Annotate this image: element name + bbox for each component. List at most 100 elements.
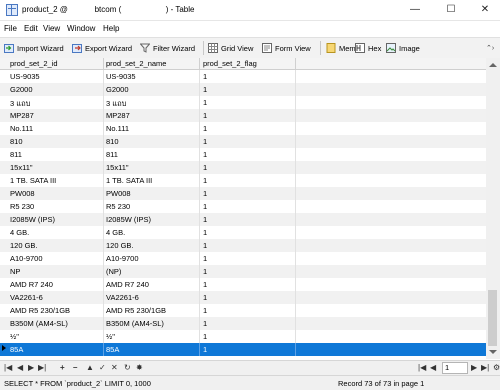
cell-prod-set-2-flag[interactable]: 1 bbox=[203, 228, 207, 237]
cell-prod-set-2-name[interactable]: 811 bbox=[106, 150, 118, 159]
table-row[interactable]: VA2261-6 VA2261-6 1 bbox=[0, 291, 486, 304]
cell-prod-set-2-flag[interactable]: 1 bbox=[203, 241, 207, 250]
menu-help[interactable]: Help bbox=[103, 24, 119, 33]
refresh-icon[interactable]: ↻ bbox=[124, 363, 131, 372]
cell-prod-set-2-flag[interactable]: 1 bbox=[203, 306, 207, 315]
cell-prod-set-2-flag[interactable]: 1 bbox=[203, 202, 207, 211]
table-row[interactable]: 120 GB. 120 GB. 1 bbox=[0, 239, 486, 252]
table-row[interactable]: AMD R7 240 AMD R7 240 1 bbox=[0, 278, 486, 291]
column-header-prod-set-2-flag[interactable]: prod_set_2_flag bbox=[203, 59, 257, 68]
first-page-icon[interactable]: |◀ bbox=[418, 363, 426, 372]
cell-prod-set-2-name[interactable]: A10-9700 bbox=[106, 254, 139, 263]
scroll-up-icon[interactable] bbox=[489, 63, 497, 67]
cell-prod-set-2-id[interactable]: AMD R5 230/1GB bbox=[10, 306, 70, 315]
cell-prod-set-2-name[interactable]: 810 bbox=[106, 137, 119, 146]
cell-prod-set-2-flag[interactable]: 1 bbox=[203, 72, 207, 81]
vertical-scrollbar[interactable] bbox=[486, 58, 500, 359]
table-row[interactable]: 1 TB. SATA III 1 TB. SATA III 1 bbox=[0, 174, 486, 187]
cell-prod-set-2-name[interactable]: 15x11" bbox=[106, 163, 129, 172]
table-row[interactable]: A10-9700 A10-9700 1 bbox=[0, 252, 486, 265]
cell-prod-set-2-id[interactable]: 15x11" bbox=[10, 163, 33, 172]
toolbar-overflow-icon[interactable]: ⌃› bbox=[486, 41, 494, 55]
table-row[interactable]: R5 230 R5 230 1 bbox=[0, 200, 486, 213]
cell-prod-set-2-id[interactable]: 811 bbox=[10, 150, 22, 159]
cell-prod-set-2-flag[interactable]: 1 bbox=[203, 293, 207, 302]
previous-page-icon[interactable]: ◀ bbox=[430, 363, 436, 372]
cell-prod-set-2-id[interactable]: R5 230 bbox=[10, 202, 34, 211]
menu-edit[interactable]: Edit bbox=[24, 24, 38, 33]
cell-prod-set-2-flag[interactable]: 1 bbox=[203, 215, 207, 224]
cell-prod-set-2-name[interactable]: G2000 bbox=[106, 85, 129, 94]
cell-prod-set-2-id[interactable]: No.111 bbox=[10, 124, 33, 133]
cell-prod-set-2-id[interactable]: MP287 bbox=[10, 111, 34, 120]
last-page-icon[interactable]: ▶| bbox=[481, 363, 489, 372]
table-row[interactable]: MP287 MP287 1 bbox=[0, 109, 486, 122]
table-row[interactable]: 810 810 1 bbox=[0, 135, 486, 148]
maximize-button[interactable]: ☐ bbox=[434, 0, 468, 20]
cell-prod-set-2-name[interactable]: US-9035 bbox=[106, 72, 136, 81]
cell-prod-set-2-name[interactable]: AMD R5 230/1GB bbox=[106, 306, 166, 315]
cell-prod-set-2-name[interactable]: (NP) bbox=[106, 267, 121, 276]
cell-prod-set-2-id[interactable]: 4 GB. bbox=[10, 228, 29, 237]
cell-prod-set-2-name[interactable]: No.111 bbox=[106, 124, 129, 133]
import-wizard-button[interactable]: Import Wizard bbox=[4, 41, 64, 55]
stop-icon[interactable]: ✸ bbox=[136, 363, 143, 372]
menu-window[interactable]: Window bbox=[67, 24, 95, 33]
hex-button[interactable]: Hex bbox=[355, 41, 381, 55]
cell-prod-set-2-id[interactable]: US-9035 bbox=[10, 72, 40, 81]
table-row[interactable]: G2000 G2000 1 bbox=[0, 83, 486, 96]
grid-view-button[interactable]: Grid View bbox=[208, 41, 253, 55]
next-record-icon[interactable]: ▶ bbox=[28, 363, 34, 372]
cell-prod-set-2-id[interactable]: I2085W (IPS) bbox=[10, 215, 55, 224]
cell-prod-set-2-id[interactable]: 810 bbox=[10, 137, 23, 146]
column-divider[interactable] bbox=[199, 58, 200, 69]
form-view-button[interactable]: Form View bbox=[262, 41, 311, 55]
menu-file[interactable]: File bbox=[4, 24, 17, 33]
cell-prod-set-2-flag[interactable]: 1 bbox=[203, 111, 207, 120]
cell-prod-set-2-name[interactable]: AMD R7 240 bbox=[106, 280, 149, 289]
column-divider[interactable] bbox=[295, 58, 296, 69]
delete-record-icon[interactable]: – bbox=[73, 363, 77, 372]
previous-record-icon[interactable]: ◀ bbox=[17, 363, 23, 372]
cell-prod-set-2-flag[interactable]: 1 bbox=[203, 267, 207, 276]
cell-prod-set-2-id[interactable]: AMD R7 240 bbox=[10, 280, 53, 289]
cell-prod-set-2-id[interactable]: 1 TB. SATA III bbox=[10, 176, 56, 185]
menu-view[interactable]: View bbox=[43, 24, 60, 33]
table-row[interactable]: US-9035 US-9035 1 bbox=[0, 70, 486, 83]
cell-prod-set-2-flag[interactable]: 1 bbox=[203, 280, 207, 289]
cell-prod-set-2-flag[interactable]: 1 bbox=[203, 254, 207, 263]
scroll-down-icon[interactable] bbox=[489, 350, 497, 354]
cell-prod-set-2-flag[interactable]: 1 bbox=[203, 319, 207, 328]
cell-prod-set-2-name[interactable]: I2085W (IPS) bbox=[106, 215, 151, 224]
cell-prod-set-2-name[interactable]: 4 GB. bbox=[106, 228, 125, 237]
cell-prod-set-2-flag[interactable]: 1 bbox=[203, 176, 207, 185]
table-row[interactable]: B350M (AM4-SL) B350M (AM4-SL) 1 bbox=[0, 317, 486, 330]
table-row[interactable]: I2085W (IPS) I2085W (IPS) 1 bbox=[0, 213, 486, 226]
column-header-prod-set-2-id[interactable]: prod_set_2_id bbox=[10, 59, 58, 68]
export-wizard-button[interactable]: Export Wizard bbox=[72, 41, 132, 55]
cell-prod-set-2-name[interactable]: 1 TB. SATA III bbox=[106, 176, 152, 185]
cell-prod-set-2-flag[interactable]: 1 bbox=[203, 137, 207, 146]
cell-prod-set-2-flag[interactable]: 1 bbox=[203, 163, 207, 172]
filter-wizard-button[interactable]: Filter Wizard bbox=[139, 41, 195, 55]
table-row[interactable]: PW008 PW008 1 bbox=[0, 187, 486, 200]
cell-prod-set-2-id[interactable]: 85A bbox=[10, 345, 23, 354]
cell-prod-set-2-id[interactable]: ½" bbox=[10, 332, 19, 341]
cell-prod-set-2-name[interactable]: PW008 bbox=[106, 189, 131, 198]
cell-prod-set-2-name[interactable]: ½" bbox=[106, 332, 115, 341]
cell-prod-set-2-id[interactable]: G2000 bbox=[10, 85, 33, 94]
add-record-icon[interactable]: + bbox=[60, 363, 65, 372]
column-divider[interactable] bbox=[103, 58, 104, 69]
cancel-changes-icon[interactable]: ✕ bbox=[111, 363, 118, 372]
table-row[interactable]: 85A 85A 1 bbox=[0, 343, 486, 356]
table-row[interactable]: ½" ½" 1 bbox=[0, 330, 486, 343]
table-row[interactable]: 3 แถบ 3 แถบ 1 bbox=[0, 96, 486, 109]
image-button[interactable]: Image bbox=[386, 41, 420, 55]
discard-changes-icon[interactable]: ✓ bbox=[99, 363, 106, 372]
cell-prod-set-2-flag[interactable]: 1 bbox=[203, 345, 207, 354]
cell-prod-set-2-id[interactable]: PW008 bbox=[10, 189, 35, 198]
cell-prod-set-2-name[interactable]: VA2261-6 bbox=[106, 293, 139, 302]
cell-prod-set-2-name[interactable]: MP287 bbox=[106, 111, 130, 120]
cell-prod-set-2-id[interactable]: 120 GB. bbox=[10, 241, 38, 250]
first-record-icon[interactable]: |◀ bbox=[4, 363, 12, 372]
